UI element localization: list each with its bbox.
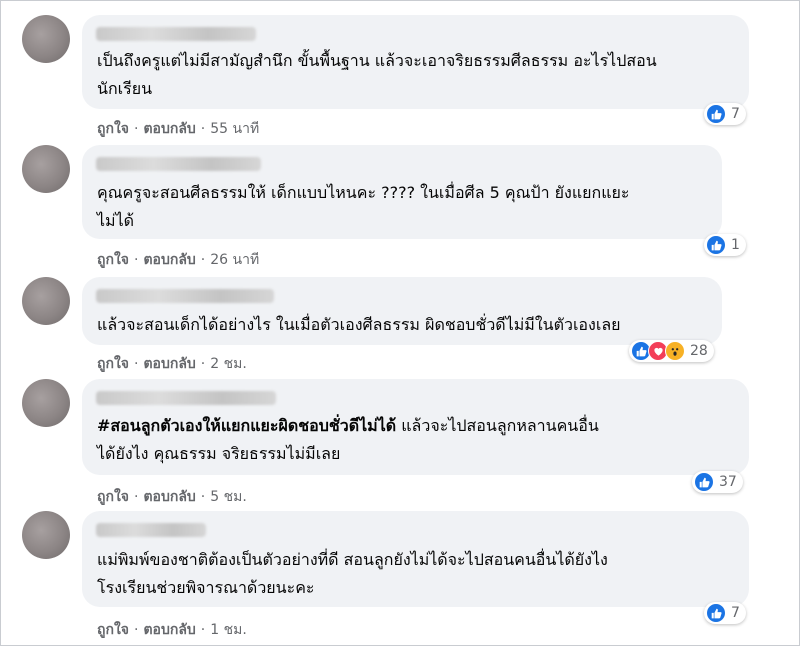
reaction-summary[interactable]: 37 [692, 471, 743, 493]
like-button[interactable]: ถูกใจ [97, 489, 129, 505]
commenter-name[interactable] [96, 523, 206, 537]
comment-actions: ถูกใจ · ตอบกลับ · 2 ชม. [97, 353, 247, 375]
like-icon [706, 235, 726, 255]
separator-dot: · [134, 622, 139, 638]
separator-dot: · [200, 252, 206, 268]
comment-thread: เป็นถึงครูแต่ไม่มีสามัญสำนึก ขั้นพื้นฐาน… [0, 0, 800, 646]
like-button[interactable]: ถูกใจ [97, 622, 129, 638]
reply-button[interactable]: ตอบกลับ [143, 356, 195, 372]
comment-actions: ถูกใจ · ตอบกลับ · 55 นาที [97, 118, 259, 140]
wow-icon [665, 341, 685, 361]
separator-dot: · [134, 489, 139, 505]
avatar[interactable] [22, 15, 70, 63]
reaction-summary[interactable]: 7 [704, 103, 746, 125]
commenter-name[interactable] [96, 27, 256, 41]
comment-text: โรงเรียนช่วยพิจารณาด้วยนะคะ [97, 578, 315, 597]
comment-actions: ถูกใจ · ตอบกลับ · 5 ชม. [97, 486, 247, 508]
separator-dot: · [200, 121, 206, 137]
separator-dot: · [200, 489, 206, 505]
reaction-count: 37 [719, 474, 737, 490]
reply-button[interactable]: ตอบกลับ [143, 252, 195, 268]
like-icon [694, 472, 714, 492]
comment-text: แม่พิมพ์ของชาติต้องเป็นตัวอย่างที่ดี สอน… [97, 550, 608, 569]
commenter-name[interactable] [96, 391, 276, 405]
commenter-name[interactable] [96, 289, 274, 303]
separator-dot: · [200, 622, 206, 638]
reaction-count: 28 [690, 343, 708, 359]
comment-time[interactable]: 5 ชม. [210, 489, 247, 505]
like-button[interactable]: ถูกใจ [97, 121, 129, 137]
comment-text: นักเรียน [97, 79, 152, 98]
comment-time[interactable]: 26 นาที [210, 252, 259, 268]
reaction-count: 7 [731, 605, 740, 621]
separator-dot: · [134, 121, 139, 137]
hashtag-link[interactable]: #สอนลูกตัวเองให้แยกแยะผิดชอบชั่วดีไม่ได้ [97, 416, 396, 435]
comment-text: ไม่ได้ [97, 211, 135, 230]
avatar[interactable] [22, 379, 70, 427]
comment-text: แล้วจะสอนเด็กได้อย่างไร ในเมื่อตัวเองศีล… [97, 315, 621, 334]
separator-dot: · [200, 356, 206, 372]
comment-text: คุณครูจะสอนศีลธรรมให้ เด็กแบบไหนคะ ???? … [97, 183, 630, 202]
comment-text: ได้ยังไง คุณธรรม จริยธรรมไม่มีเลย [97, 444, 341, 463]
comment-time[interactable]: 2 ชม. [210, 356, 247, 372]
comment-actions: ถูกใจ · ตอบกลับ · 26 นาที [97, 249, 259, 271]
reaction-count: 7 [731, 106, 740, 122]
comment-actions: ถูกใจ · ตอบกลับ · 1 ชม. [97, 619, 247, 641]
reply-button[interactable]: ตอบกลับ [143, 121, 195, 137]
separator-dot: · [134, 252, 139, 268]
avatar[interactable] [22, 145, 70, 193]
like-button[interactable]: ถูกใจ [97, 356, 129, 372]
comment-text: #สอนลูกตัวเองให้แยกแยะผิดชอบชั่วดีไม่ได้… [97, 416, 599, 435]
like-icon [706, 104, 726, 124]
comment-time[interactable]: 1 ชม. [210, 622, 247, 638]
reply-button[interactable]: ตอบกลับ [143, 489, 195, 505]
avatar[interactable] [22, 277, 70, 325]
commenter-name[interactable] [96, 157, 261, 171]
reaction-summary[interactable]: 7 [704, 602, 746, 624]
like-button[interactable]: ถูกใจ [97, 252, 129, 268]
avatar[interactable] [22, 511, 70, 559]
reply-button[interactable]: ตอบกลับ [143, 622, 195, 638]
separator-dot: · [134, 356, 139, 372]
comment-text: เป็นถึงครูแต่ไม่มีสามัญสำนึก ขั้นพื้นฐาน… [97, 51, 657, 70]
comment-time[interactable]: 55 นาที [210, 121, 259, 137]
reaction-count: 1 [731, 237, 740, 253]
reaction-summary[interactable]: 28 [629, 340, 714, 362]
reaction-summary[interactable]: 1 [704, 234, 746, 256]
like-icon [706, 603, 726, 623]
